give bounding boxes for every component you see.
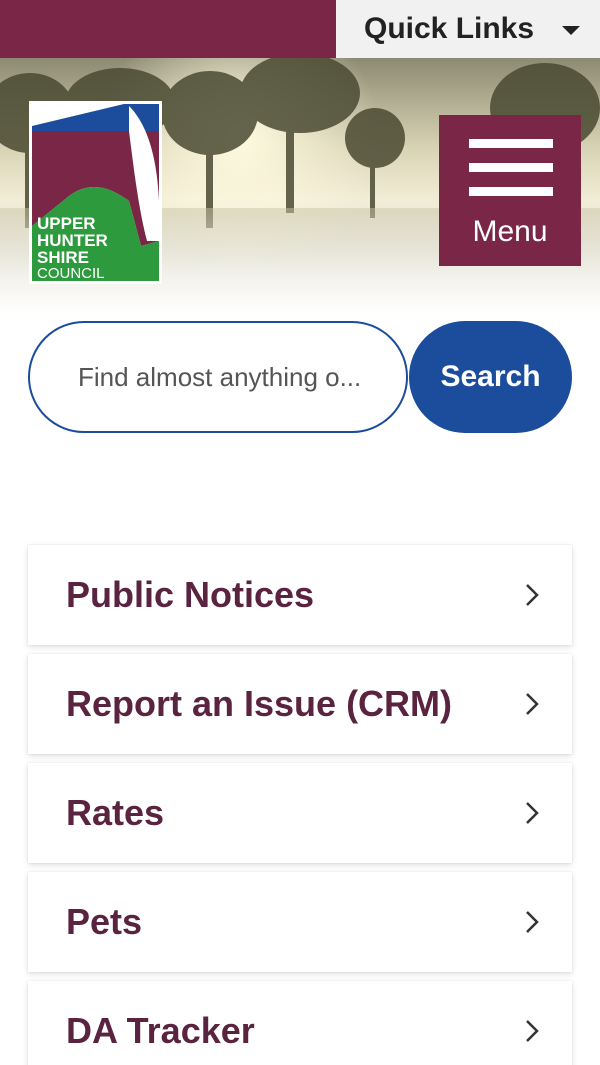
search-input[interactable] xyxy=(28,321,408,433)
hamburger-icon-bar-middle xyxy=(469,163,553,172)
council-logo[interactable]: UPPER HUNTER SHIRE COUNCIL xyxy=(29,101,162,284)
menu-button[interactable]: Menu xyxy=(439,115,581,266)
list-item-label: DA Tracker xyxy=(66,1010,255,1051)
chevron-right-icon xyxy=(526,911,539,933)
list-item-public-notices[interactable]: Public Notices xyxy=(28,545,572,645)
list-item-label: Report an Issue (CRM) xyxy=(66,683,453,724)
logo-line-4: COUNCIL xyxy=(37,265,105,282)
search-button[interactable]: Search xyxy=(409,321,572,433)
list-item-report-an-issue[interactable]: Report an Issue (CRM) xyxy=(28,654,572,754)
hamburger-icon-bar-bottom xyxy=(469,187,553,196)
menu-label: Menu xyxy=(472,215,548,248)
list-item-pets[interactable]: Pets xyxy=(28,872,572,972)
chevron-right-icon xyxy=(526,802,539,824)
quick-links-dropdown[interactable]: Quick Links xyxy=(336,0,600,58)
list-item-rates[interactable]: Rates xyxy=(28,763,572,863)
quick-links-label: Quick Links xyxy=(364,12,535,45)
list-item-label: Rates xyxy=(66,792,165,833)
list-item-label: Pets xyxy=(66,901,143,942)
chevron-right-icon xyxy=(526,1020,539,1042)
caret-down-icon xyxy=(562,26,580,35)
list-item-da-tracker[interactable]: DA Tracker xyxy=(28,981,572,1065)
chevron-right-icon xyxy=(526,584,539,606)
quick-item-list: Public Notices Report an Issue (CRM) Rat… xyxy=(28,545,572,1065)
chevron-right-icon xyxy=(526,693,539,715)
hamburger-icon-bar-top xyxy=(469,139,553,148)
list-item-label: Public Notices xyxy=(66,574,315,615)
